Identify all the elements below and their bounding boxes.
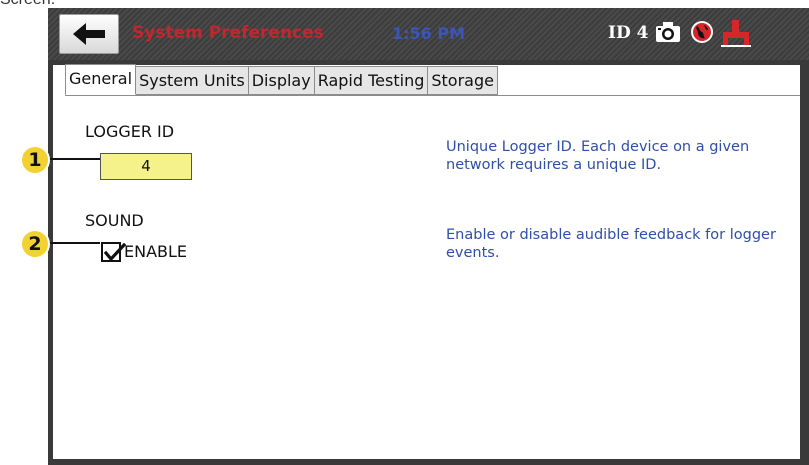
tab-storage[interactable]: Storage bbox=[428, 66, 498, 95]
tab-system-units[interactable]: System Units bbox=[136, 66, 249, 95]
sound-enable-checkbox[interactable] bbox=[101, 242, 126, 262]
title-bar: System Preferences 1:56 PM ID 4 bbox=[48, 8, 809, 60]
device-screen: System Preferences 1:56 PM ID 4 General bbox=[48, 8, 809, 465]
checkmark-icon bbox=[104, 243, 126, 262]
logger-id-help-text: Unique Logger ID. Each device on a given… bbox=[446, 139, 750, 173]
logger-id-label: LOGGER ID bbox=[85, 122, 175, 141]
tab-general[interactable]: General bbox=[65, 64, 137, 95]
caption-fragment: Screen. bbox=[0, 0, 55, 9]
back-arrow-icon bbox=[73, 23, 105, 45]
sound-enable-label: ENABLE bbox=[124, 242, 188, 261]
device-id-label: ID 4 bbox=[608, 23, 649, 43]
callout-1-line bbox=[48, 158, 100, 160]
content-panel: General System Units Display Rapid Testi… bbox=[53, 64, 800, 459]
plug-icon[interactable] bbox=[721, 20, 751, 48]
callout-2-line bbox=[48, 242, 100, 244]
logger-id-field[interactable]: 4 bbox=[100, 153, 192, 180]
callout-1-marker: 1 bbox=[20, 145, 50, 175]
clock-time: 1:56 PM bbox=[392, 24, 466, 43]
callout-2-marker: 2 bbox=[20, 229, 50, 259]
sound-label: SOUND bbox=[85, 211, 144, 230]
page-title: System Preferences bbox=[132, 23, 324, 43]
tab-rapid-testing[interactable]: Rapid Testing bbox=[314, 66, 429, 95]
globe-icon[interactable] bbox=[690, 20, 714, 44]
tab-display[interactable]: Display bbox=[248, 66, 315, 95]
camera-icon[interactable] bbox=[655, 20, 681, 44]
back-button[interactable] bbox=[59, 14, 119, 54]
tab-divider bbox=[65, 95, 800, 96]
tab-bar: General System Units Display Rapid Testi… bbox=[65, 64, 498, 95]
sound-help-text: Enable or disable audible feedback for l… bbox=[446, 227, 776, 261]
